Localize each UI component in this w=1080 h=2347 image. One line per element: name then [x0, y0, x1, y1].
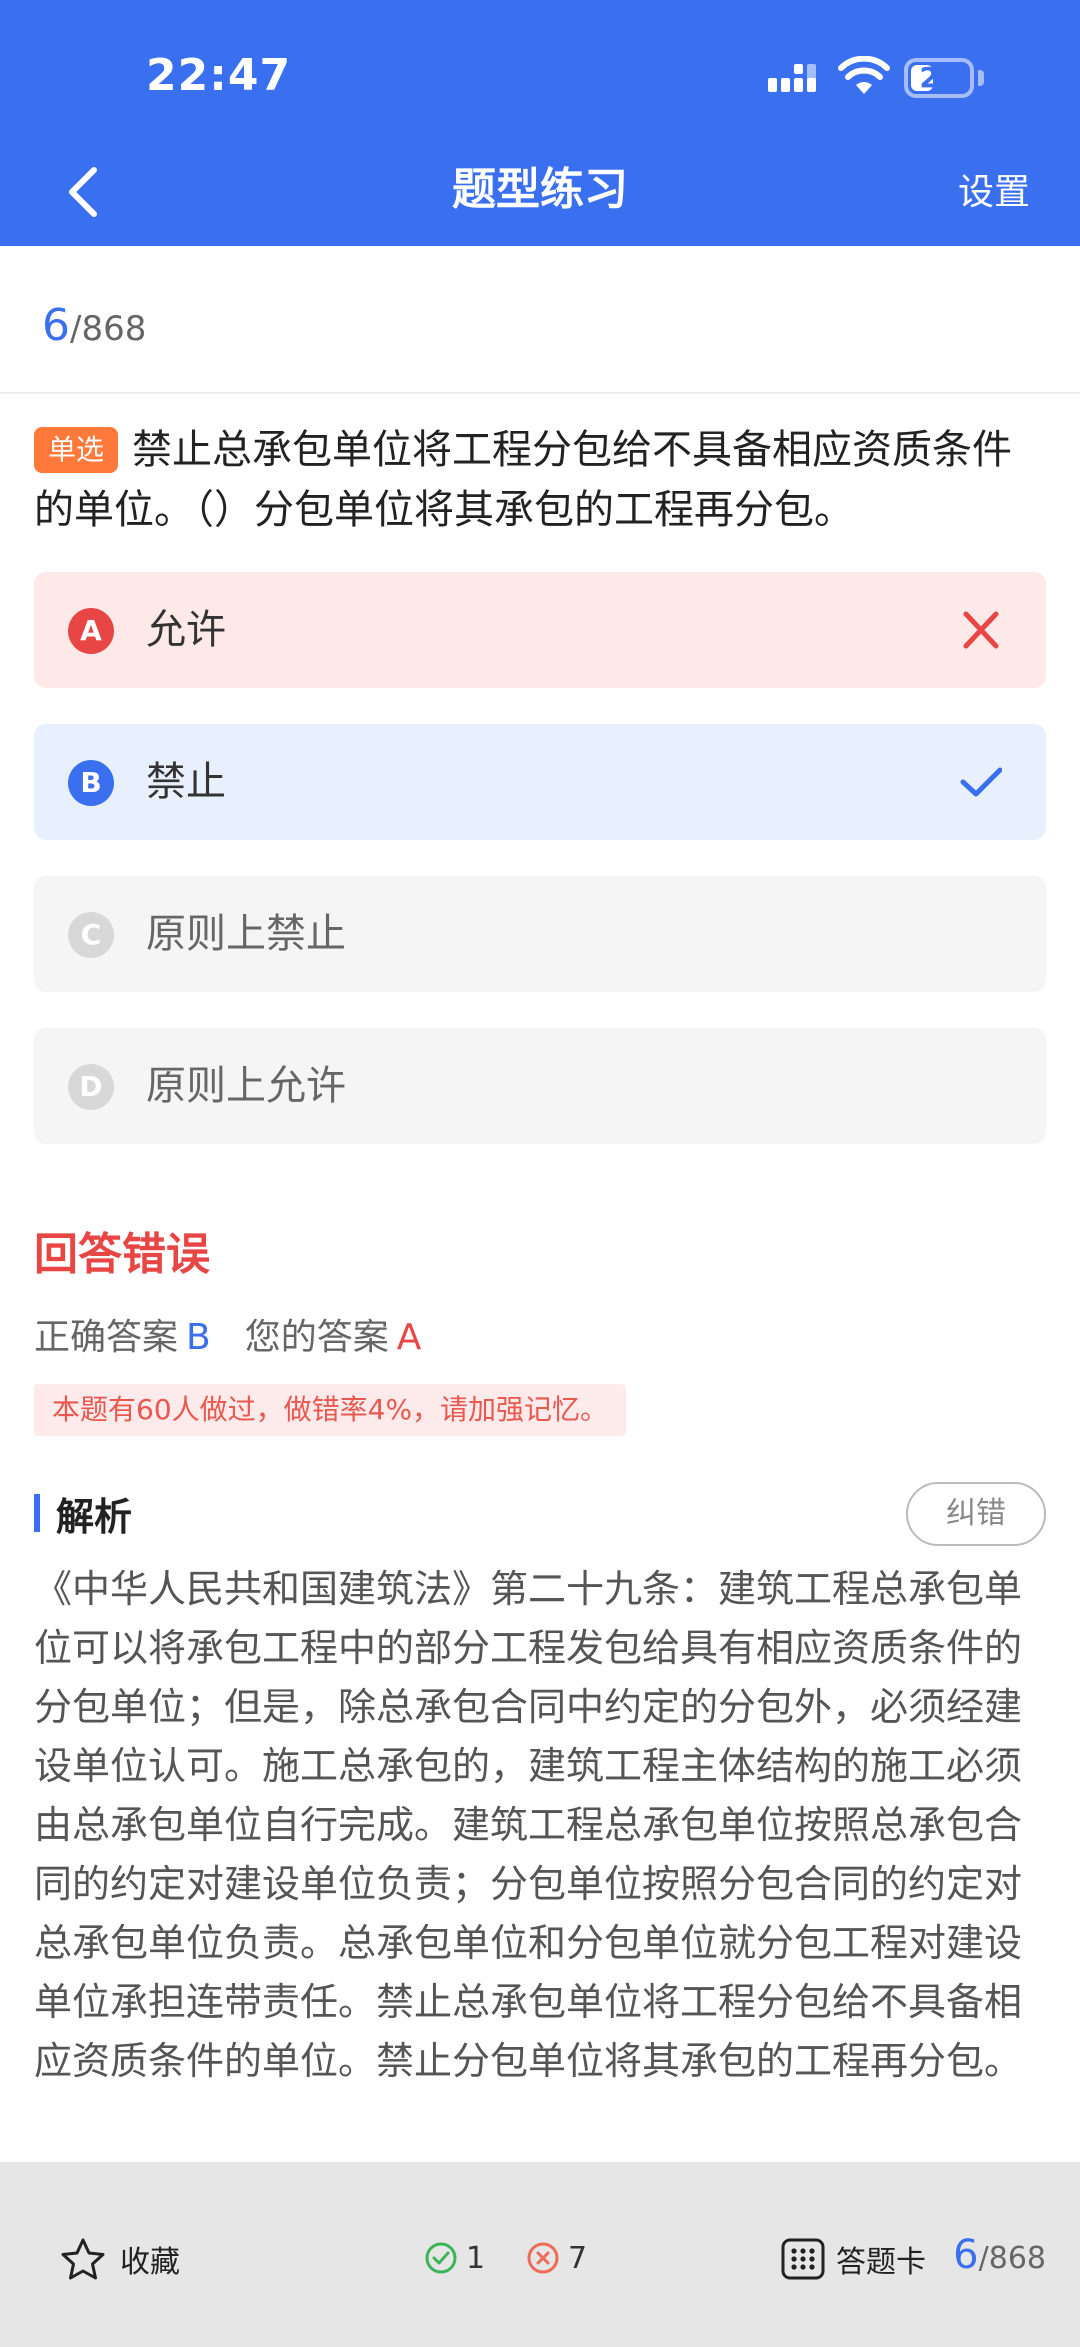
status-bar: 22:47 21	[0, 0, 1080, 160]
option-letter: D	[68, 1064, 114, 1110]
star-icon	[61, 2238, 105, 2280]
option-b[interactable]: B 禁止	[34, 724, 1046, 840]
battery-icon: 21	[904, 58, 974, 98]
option-letter: C	[68, 912, 114, 958]
check-circle-icon	[425, 2242, 457, 2274]
option-label: 原则上允许	[146, 1063, 346, 1109]
correct-count: 1	[424, 2236, 485, 2280]
answer-card-button[interactable]: 答题卡	[780, 2234, 926, 2284]
bottom-bar: 收藏 1 7 答题卡 6/868	[0, 2162, 1080, 2347]
question-text-block: 单选 禁止总承包单位将工程分包给不具备相应资质条件的单位。（）分包单位将其承包的工…	[34, 420, 1044, 540]
progress-current: 6	[42, 300, 70, 351]
question-type-tag: 单选	[34, 427, 119, 473]
page-title: 题型练习	[452, 164, 628, 215]
option-label: 禁止	[146, 759, 226, 805]
status-time: 22:47	[146, 50, 292, 101]
error-rate-hint: 本题有60人做过，做错率4%，请加强记忆。	[34, 1384, 627, 1436]
bottom-progress: 6/868	[953, 2232, 1046, 2278]
settings-button[interactable]: 设置	[958, 170, 1030, 216]
correct-answer-label: 正确答案	[34, 1317, 179, 1358]
wrong-count: 7	[526, 2236, 587, 2280]
your-answer-value: A	[396, 1317, 422, 1358]
cross-icon	[963, 611, 999, 649]
bottom-progress-total: /868	[978, 2241, 1046, 2276]
battery-level: 21	[919, 61, 959, 94]
correct-answer-value: B	[186, 1317, 211, 1358]
option-c[interactable]: C 原则上禁止	[34, 876, 1046, 992]
section-accent-bar	[34, 1494, 40, 1532]
wrong-count-value: 7	[568, 2240, 588, 2276]
option-letter: A	[68, 608, 114, 654]
option-d[interactable]: D 原则上允许	[34, 1028, 1046, 1144]
your-answer-label: 您的答案	[244, 1317, 389, 1358]
cross-circle-icon	[527, 2242, 559, 2274]
wifi-icon	[838, 56, 890, 94]
option-label: 允许	[146, 607, 226, 653]
divider	[0, 392, 1080, 394]
option-letter: B	[68, 760, 114, 806]
report-error-button[interactable]: 纠错	[906, 1482, 1046, 1546]
correct-count-value: 1	[466, 2240, 486, 2276]
result-title: 回答错误	[34, 1229, 210, 1280]
progress-total: /868	[70, 309, 147, 349]
check-icon	[960, 767, 1002, 797]
question-progress: 6/868	[42, 300, 146, 351]
option-label: 原则上禁止	[146, 911, 346, 957]
analysis-title: 解析	[56, 1495, 133, 1539]
analysis-text: 《中华人民共和国建筑法》第二十九条：建筑工程总承包单位可以将承包工程中的部分工程…	[34, 1567, 1023, 2083]
favorite-button[interactable]: 收藏	[60, 2234, 180, 2284]
favorite-label: 收藏	[120, 2245, 180, 2280]
bottom-progress-current: 6	[953, 2232, 979, 2278]
battery-cap	[978, 70, 984, 86]
answer-card-label: 答题卡	[836, 2245, 926, 2280]
header: 22:47 21 题型练习 设置	[0, 0, 1080, 246]
question-text: 禁止总承包单位将工程分包给不具备相应资质条件的单位。（）分包单位将其承包的工程再…	[34, 427, 1013, 533]
signal-icon	[768, 64, 816, 92]
option-a[interactable]: A 允许	[34, 572, 1046, 688]
answer-summary: 正确答案 B 您的答案 A	[34, 1308, 421, 1360]
grid-icon	[781, 2238, 825, 2280]
